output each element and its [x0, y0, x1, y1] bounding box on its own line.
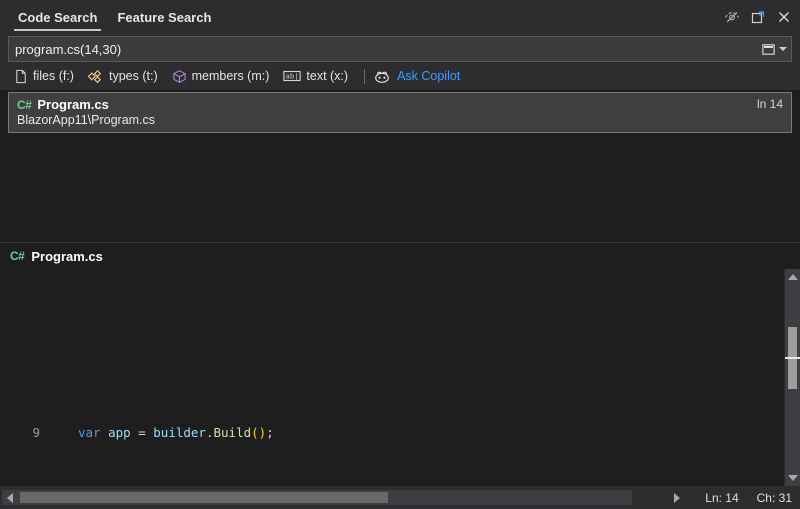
caret-position-group: Ln: 14 Ch: 31 [705, 486, 792, 509]
close-icon[interactable] [772, 5, 796, 29]
result-file-name: Program.cs [37, 97, 109, 112]
filter-types[interactable]: types (t:) [82, 67, 166, 86]
horizontal-scrollbar[interactable] [2, 490, 632, 505]
scroll-right-button[interactable] [674, 486, 680, 509]
status-bar: Ln: 14 Ch: 31 [0, 486, 800, 509]
search-options-button[interactable] [761, 37, 791, 61]
vertical-scrollbar[interactable] [784, 269, 800, 486]
status-line-number: Ln: 14 [705, 491, 738, 505]
tab-feature-search-label: Feature Search [117, 10, 211, 25]
code-search-window: Code Search Feature Search [0, 0, 800, 509]
horizontal-scrollbar-track[interactable] [18, 490, 632, 505]
svg-text:ab|: ab| [286, 72, 299, 81]
types-icon [88, 69, 104, 84]
filter-row: files (f:) types (t:) members (m:) ab| t… [0, 62, 800, 90]
members-icon [172, 69, 187, 84]
code-line [0, 343, 784, 363]
csharp-file-icon: C# [17, 98, 31, 112]
ask-copilot-button[interactable]: Ask Copilot [373, 69, 460, 84]
code-scroll-region: 9 var app = builder.Build(); 10 11 [0, 269, 784, 486]
text-icon: ab| [283, 69, 301, 83]
filter-text[interactable]: ab| text (x:) [277, 67, 356, 85]
chevron-up-icon [788, 274, 798, 280]
search-input[interactable]: program.cs(14,30) [9, 42, 761, 57]
filter-types-label: types (t:) [109, 69, 158, 83]
scroll-left-button[interactable] [2, 490, 18, 505]
status-column-number: Ch: 31 [757, 491, 792, 505]
chevron-down-icon [779, 47, 787, 51]
filter-members[interactable]: members (m:) [166, 67, 278, 86]
search-input-wrapper[interactable]: program.cs(14,30) [8, 36, 792, 62]
ask-copilot-label: Ask Copilot [397, 69, 460, 83]
tab-code-search-label: Code Search [18, 10, 97, 25]
tab-strip: Code Search Feature Search [0, 0, 221, 34]
filter-files-label: files (f:) [33, 69, 74, 83]
chevron-right-icon [674, 493, 680, 503]
scrollbar-position-marker [785, 357, 800, 359]
tab-code-search[interactable]: Code Search [8, 0, 107, 34]
result-header: C# Program.cs [17, 97, 783, 112]
preview-header: C# Program.cs [0, 243, 800, 269]
copilot-icon [373, 69, 391, 84]
filter-divider [364, 69, 365, 84]
result-file-path: BlazorApp11\Program.cs [17, 113, 783, 127]
window-action-buttons [720, 0, 796, 34]
filter-text-label: text (x:) [306, 69, 348, 83]
chevron-left-icon [7, 493, 13, 503]
search-row: program.cs(14,30) [0, 34, 800, 62]
window-titlebar: Code Search Feature Search [0, 0, 800, 34]
tab-feature-search[interactable]: Feature Search [107, 0, 221, 34]
scroll-down-button[interactable] [785, 470, 800, 486]
result-line-badge: ln 14 [757, 97, 783, 111]
file-icon [14, 69, 28, 84]
filter-files[interactable]: files (f:) [8, 67, 82, 86]
scroll-up-button[interactable] [785, 269, 800, 285]
preview-file-title: Program.cs [31, 249, 103, 264]
code-line: 9 var app = builder.Build(); [0, 423, 784, 443]
search-scope-icon [761, 42, 776, 57]
code-viewport: 9 var app = builder.Build(); 10 11 [0, 269, 800, 486]
horizontal-scrollbar-thumb[interactable] [20, 492, 388, 503]
preview-toggle-icon[interactable] [720, 5, 744, 29]
line-number: 9 [0, 423, 44, 443]
search-results-list: C# Program.cs ln 14 BlazorApp11\Program.… [0, 90, 800, 242]
code-lines: 9 var app = builder.Build(); 10 11 [0, 269, 784, 486]
preview-pane: C# Program.cs 9 var [0, 242, 800, 486]
code-text[interactable]: var app = builder.Build(); [76, 423, 784, 443]
result-item[interactable]: C# Program.cs ln 14 BlazorApp11\Program.… [8, 92, 792, 133]
filter-members-label: members (m:) [192, 69, 270, 83]
dock-undock-icon[interactable] [746, 5, 770, 29]
csharp-file-icon: C# [10, 249, 24, 263]
chevron-down-icon [788, 475, 798, 481]
